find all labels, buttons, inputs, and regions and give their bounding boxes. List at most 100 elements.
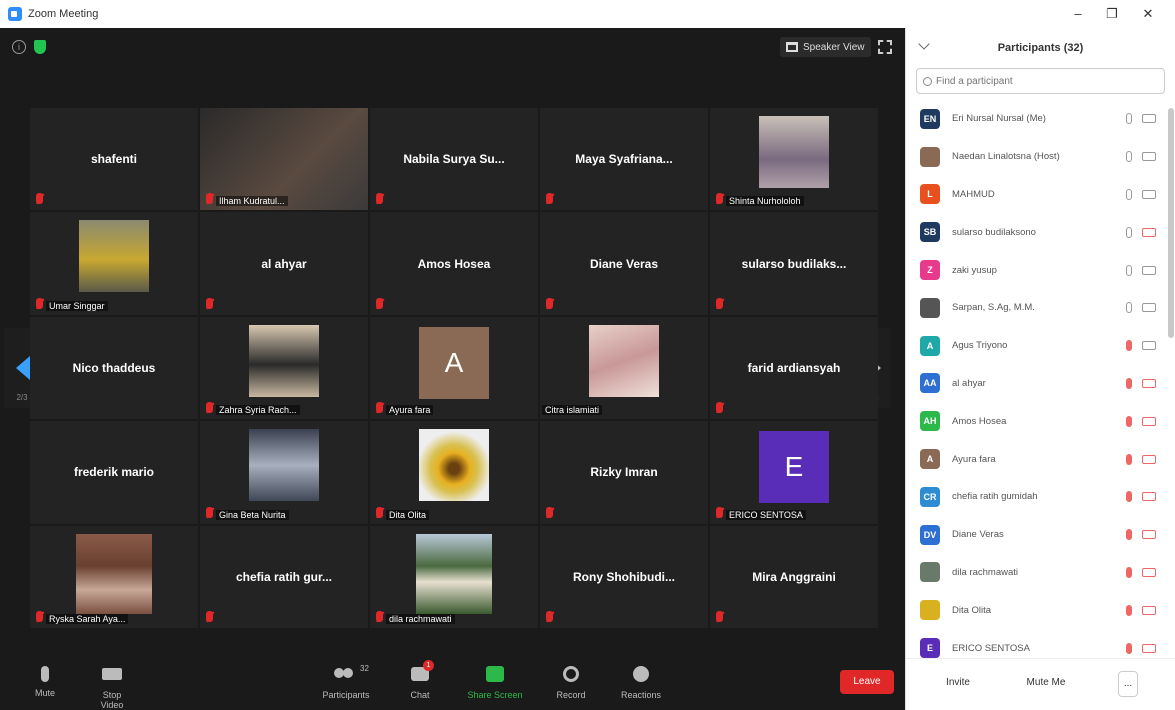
video-tile[interactable]: dila rachmawati [370,525,538,628]
participant-row[interactable]: Sarpan, S.Ag, M.M. [906,289,1168,327]
participant-row[interactable]: CR chefia ratih gumidah [906,478,1168,516]
share-screen-button[interactable]: Share Screen [464,664,526,700]
video-tile[interactable]: frederik mario [30,421,198,524]
camera-status-icon [1142,567,1156,577]
video-tile[interactable]: shafenti [30,108,198,211]
participant-row[interactable]: dila rachmawati [906,554,1168,592]
participant-search[interactable] [916,68,1165,94]
participant-name: Amos Hosea [417,256,491,271]
participant-row[interactable]: A Agus Triyono [906,327,1168,365]
participants-count: 32 [360,664,369,673]
video-tile[interactable]: Diane Veras [540,212,708,315]
leave-button[interactable]: Leave [840,670,894,694]
muted-mic-icon [206,193,213,205]
participant-name: Nico thaddeus [72,360,156,375]
speaker-view-button[interactable]: Speaker View [780,37,871,57]
participant-caption: dila rachmawati [386,613,455,624]
stop-video-button[interactable]: Stop Video [92,664,132,710]
video-tile[interactable]: Umar Singgar [30,212,198,315]
participant-name: Mira Anggraini [752,569,836,584]
participant-row[interactable]: Dita Olita [906,591,1168,629]
camera-status-icon [1142,341,1156,351]
video-tile[interactable]: Nabila Surya Su... [370,108,538,211]
video-tile[interactable]: Mira Anggraini [710,525,878,628]
reactions-button[interactable]: Reactions [616,664,666,700]
participant-avatar: A [920,449,940,470]
search-icon [923,76,932,86]
video-tile[interactable]: Gina Beta Nurita [200,421,368,524]
participant-caption: Ryska Sarah Aya... [46,613,129,624]
video-tile[interactable]: al ahyar [200,212,368,315]
video-tile[interactable]: sularso budilaks... [710,212,878,315]
participant-name: Dita Olita [952,604,992,616]
camera-status-icon [1142,416,1156,426]
participant-caption: Shinta Nurhololoh [726,196,804,207]
participant-avatar [920,600,940,621]
participant-name: al ahyar [952,377,986,389]
video-tile[interactable]: Zahra Syria Rach... [200,316,368,420]
close-button[interactable]: ✕ [1136,6,1160,22]
mic-status-icon [1126,604,1132,616]
video-tile[interactable]: Shinta Nurhololoh [710,108,878,211]
panel-header: Participants (32) [906,28,1175,68]
muted-mic-icon [716,193,723,205]
participant-avatar [920,297,940,318]
reactions-label: Reactions [620,690,662,700]
mic-status-icon [1126,264,1132,276]
fullscreen-icon[interactable] [878,40,892,54]
search-input[interactable] [936,75,1136,87]
participant-caption: Gina Beta Nurita [216,509,289,520]
mic-status-icon [1126,113,1132,125]
meeting-toolbar: Mute Stop Video 32 Participants 1 Chat S… [0,658,905,710]
info-icon[interactable]: i [12,40,26,54]
video-tile[interactable]: Dita Olita [370,421,538,524]
camera-status-icon [1142,303,1156,313]
record-button[interactable]: Record [553,664,589,700]
chat-button[interactable]: 1 Chat [405,660,435,700]
video-tile[interactable]: farid ardiansyah [710,316,878,420]
participant-row[interactable]: AH Amos Hosea [906,402,1168,440]
video-tile[interactable]: E ERICO SENTOSA [710,421,878,524]
video-tile[interactable]: Rizky Imran [540,421,708,524]
video-tile[interactable]: A Ayura fara [370,316,538,420]
video-tile[interactable]: Rony Shohibudi... [540,525,708,628]
video-tile[interactable]: Nico thaddeus [30,316,198,420]
participant-row[interactable]: EN Eri Nursal Nursal (Me) [906,100,1168,138]
participant-row[interactable]: Zzaki yusup [906,251,1168,289]
profile-photo [589,324,659,397]
video-tile[interactable]: Citra islamiati [540,316,708,420]
camera-status-icon [1142,227,1156,237]
participant-row[interactable]: SB sularso budilaksono [906,213,1168,251]
participant-row[interactable]: Naedan Linalotsna (Host) [906,138,1168,176]
more-button[interactable]: ... [1118,671,1138,697]
scrollbar[interactable] [1168,108,1174,338]
video-tile[interactable]: Maya Syafriana... [540,108,708,211]
mute-button[interactable]: Mute [30,664,60,698]
participants-button[interactable]: 32 Participants [318,664,374,700]
video-tile[interactable]: Amos Hosea [370,212,538,315]
participant-name: zaki yusup [952,264,997,276]
invite-button[interactable]: Invite [936,671,980,697]
profile-photo [416,533,492,614]
muted-mic-icon [376,297,383,309]
arrow-left-icon [16,356,30,380]
chevron-down-icon[interactable] [918,38,930,50]
mic-status-icon [1126,529,1132,541]
participant-row[interactable]: DV Diane Veras [906,516,1168,554]
muted-mic-icon [546,610,553,622]
muted-mic-icon [206,297,213,309]
video-tile[interactable]: chefia ratih gur... [200,525,368,628]
profile-photo [759,116,829,188]
minimize-button[interactable]: – [1066,6,1090,21]
restore-button[interactable]: ❐ [1100,6,1124,22]
participant-name: ERICO SENTOSA [952,642,1030,654]
security-shield-icon[interactable] [34,40,46,54]
participant-row[interactable]: L MAHMUD [906,176,1168,214]
participant-row[interactable]: A Ayura fara [906,440,1168,478]
participant-row[interactable]: AA al ahyar [906,365,1168,403]
participant-avatar: AH [920,411,940,432]
profile-photo [76,533,152,614]
mute-me-button[interactable]: Mute Me [1016,671,1076,697]
video-tile[interactable]: Ilham Kudratul... [200,108,368,211]
video-tile[interactable]: Ryska Sarah Aya... [30,525,198,628]
